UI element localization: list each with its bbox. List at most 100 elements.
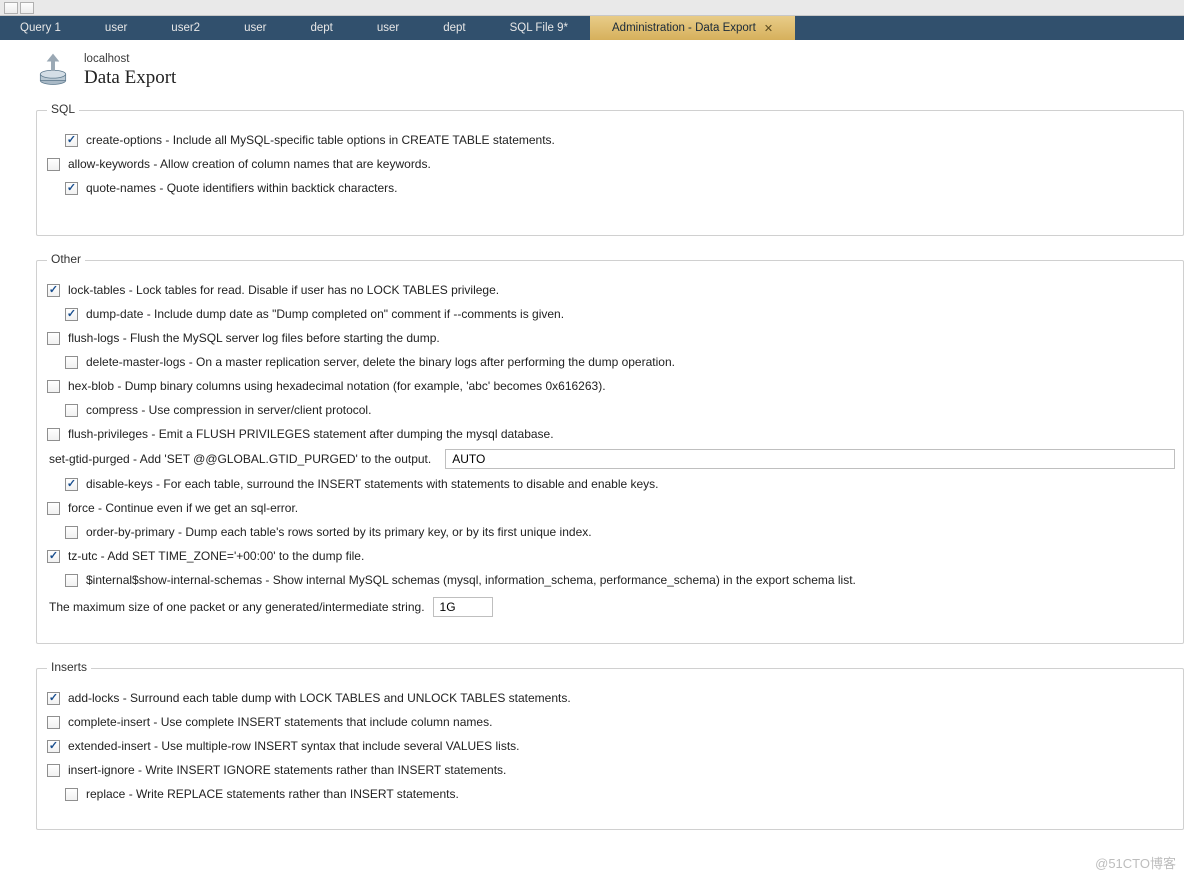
tab-label: user <box>105 22 127 34</box>
tab-label: Query 1 <box>20 22 61 34</box>
checkbox-quote-names[interactable] <box>65 182 78 195</box>
option-label-quote-names: quote-names - Quote identifiers within b… <box>86 181 397 195</box>
option-row-force: force - Continue even if we get an sql-e… <box>45 497 1175 519</box>
option-label-replace: replace - Write REPLACE statements rathe… <box>86 787 459 801</box>
option-row-create-options: create-options - Include all MySQL-speci… <box>45 129 1175 151</box>
option-label-delete-master-logs: delete-master-logs - On a master replica… <box>86 355 675 369</box>
tab-administration-data-export[interactable]: Administration - Data Export ✕ <box>590 16 795 40</box>
group-legend-other: Other <box>47 252 85 266</box>
tab-user[interactable]: user <box>222 16 288 40</box>
tab-label: Administration - Data Export <box>612 22 756 34</box>
tab-user2[interactable]: user2 <box>149 16 222 40</box>
option-label-order-by-primary: order-by-primary - Dump each table's row… <box>86 525 592 539</box>
option-label-extended-insert: extended-insert - Use multiple-row INSER… <box>68 739 520 753</box>
tab-dept[interactable]: dept <box>421 16 487 40</box>
tab-label: user <box>377 22 399 34</box>
checkbox-delete-master-logs[interactable] <box>65 356 78 369</box>
option-row-dump-date: dump-date - Include dump date as "Dump c… <box>45 303 1175 325</box>
set-gtid-purged-label: set-gtid-purged - Add 'SET @@GLOBAL.GTID… <box>49 452 431 466</box>
checkbox-compress[interactable] <box>65 404 78 417</box>
option-row-allow-keywords: allow-keywords - Allow creation of colum… <box>45 153 1175 175</box>
checkbox-replace[interactable] <box>65 788 78 801</box>
tab-label: user <box>244 22 266 34</box>
option-row-compress: compress - Use compression in server/cli… <box>45 399 1175 421</box>
set-gtid-purged-field[interactable] <box>445 449 1175 469</box>
option-label-force: force - Continue even if we get an sql-e… <box>68 501 298 515</box>
tab-label: SQL File 9* <box>510 22 568 34</box>
checkbox-create-options[interactable] <box>65 134 78 147</box>
window-toolbar <box>0 0 1184 16</box>
option-label-flush-logs: flush-logs - Flush the MySQL server log … <box>68 331 440 345</box>
close-icon[interactable]: ✕ <box>764 22 773 35</box>
option-row-disable-keys: disable-keys - For each table, surround … <box>45 473 1175 495</box>
checkbox-lock-tables[interactable] <box>47 284 60 297</box>
group-legend-sql: SQL <box>47 102 79 116</box>
group-inserts: Inserts add-locks - Surround each table … <box>36 668 1184 830</box>
max-packet-field[interactable] <box>433 597 493 617</box>
option-label-disable-keys: disable-keys - For each table, surround … <box>86 477 659 491</box>
page-header: localhost Data Export <box>0 40 1184 100</box>
option-row-flush-logs: flush-logs - Flush the MySQL server log … <box>45 327 1175 349</box>
group-legend-inserts: Inserts <box>47 660 91 674</box>
page-title: Data Export <box>84 67 176 89</box>
tab-label: dept <box>310 22 332 34</box>
option-row-delete-master-logs: delete-master-logs - On a master replica… <box>45 351 1175 373</box>
tab-label: user2 <box>171 22 200 34</box>
checkbox-dump-date[interactable] <box>65 308 78 321</box>
option-label-flush-privileges: flush-privileges - Emit a FLUSH PRIVILEG… <box>68 427 554 441</box>
group-other: Other lock-tables - Lock tables for read… <box>36 260 1184 644</box>
checkbox-extended-insert[interactable] <box>47 740 60 753</box>
checkbox-add-locks[interactable] <box>47 692 60 705</box>
checkbox-flush-privileges[interactable] <box>47 428 60 441</box>
option-label-compress: compress - Use compression in server/cli… <box>86 403 371 417</box>
checkbox-order-by-primary[interactable] <box>65 526 78 539</box>
checkbox-tz-utc[interactable] <box>47 550 60 563</box>
checkbox-show-internal-schemas[interactable] <box>65 574 78 587</box>
max-packet-label: The maximum size of one packet or any ge… <box>49 600 425 614</box>
checkbox-insert-ignore[interactable] <box>47 764 60 777</box>
option-label-add-locks: add-locks - Surround each table dump wit… <box>68 691 571 705</box>
option-row-extended-insert: extended-insert - Use multiple-row INSER… <box>45 735 1175 757</box>
option-label-show-internal-schemas: $internal$show-internal-schemas - Show i… <box>86 573 856 587</box>
editor-tab-bar: Query 1 user user2 user dept user dept SQL File… <box>0 16 1184 40</box>
option-row-replace: replace - Write REPLACE statements rathe… <box>45 783 1175 805</box>
option-row-add-locks: add-locks - Surround each table dump wit… <box>45 687 1175 709</box>
tab-user[interactable]: user <box>355 16 421 40</box>
option-label-complete-insert: complete-insert - Use complete INSERT st… <box>68 715 492 729</box>
group-sql: SQL create-options - Include all MySQL-s… <box>36 110 1184 236</box>
option-row-order-by-primary: order-by-primary - Dump each table's row… <box>45 521 1175 543</box>
checkbox-allow-keywords[interactable] <box>47 158 60 171</box>
option-row-insert-ignore: insert-ignore - Write INSERT IGNORE stat… <box>45 759 1175 781</box>
option-row-quote-names: quote-names - Quote identifiers within b… <box>45 177 1175 199</box>
host-label: localhost <box>84 53 176 65</box>
option-label-insert-ignore: insert-ignore - Write INSERT IGNORE stat… <box>68 763 506 777</box>
option-row-hex-blob: hex-blob - Dump binary columns using hex… <box>45 375 1175 397</box>
option-label-lock-tables: lock-tables - Lock tables for read. Disa… <box>68 283 499 297</box>
set-gtid-purged-row: set-gtid-purged - Add 'SET @@GLOBAL.GTID… <box>47 449 1175 469</box>
checkbox-disable-keys[interactable] <box>65 478 78 491</box>
option-label-tz-utc: tz-utc - Add SET TIME_ZONE='+00:00' to t… <box>68 549 364 563</box>
watermark: @51CTO博客 <box>1095 853 1176 872</box>
option-label-allow-keywords: allow-keywords - Allow creation of colum… <box>68 157 431 171</box>
tab-dept[interactable]: dept <box>288 16 354 40</box>
option-row-flush-privileges: flush-privileges - Emit a FLUSH PRIVILEG… <box>45 423 1175 445</box>
option-row-show-internal-schemas: $internal$show-internal-schemas - Show i… <box>45 569 1175 591</box>
option-label-create-options: create-options - Include all MySQL-speci… <box>86 133 555 147</box>
option-row-complete-insert: complete-insert - Use complete INSERT st… <box>45 711 1175 733</box>
option-row-tz-utc: tz-utc - Add SET TIME_ZONE='+00:00' to t… <box>45 545 1175 567</box>
tab-query-1[interactable]: Query 1 <box>0 16 83 40</box>
option-row-lock-tables: lock-tables - Lock tables for read. Disa… <box>45 279 1175 301</box>
option-label-dump-date: dump-date - Include dump date as "Dump c… <box>86 307 564 321</box>
toolbar-button[interactable] <box>4 2 18 14</box>
tab-user[interactable]: user <box>83 16 149 40</box>
checkbox-force[interactable] <box>47 502 60 515</box>
max-packet-row: The maximum size of one packet or any ge… <box>47 597 1175 617</box>
checkbox-flush-logs[interactable] <box>47 332 60 345</box>
database-export-icon <box>34 52 72 90</box>
toolbar-button[interactable] <box>20 2 34 14</box>
tab-sql-file-9[interactable]: SQL File 9* <box>488 16 590 40</box>
checkbox-hex-blob[interactable] <box>47 380 60 393</box>
option-label-hex-blob: hex-blob - Dump binary columns using hex… <box>68 379 606 393</box>
content-area: SQL create-options - Include all MySQL-s… <box>18 110 1184 830</box>
checkbox-complete-insert[interactable] <box>47 716 60 729</box>
